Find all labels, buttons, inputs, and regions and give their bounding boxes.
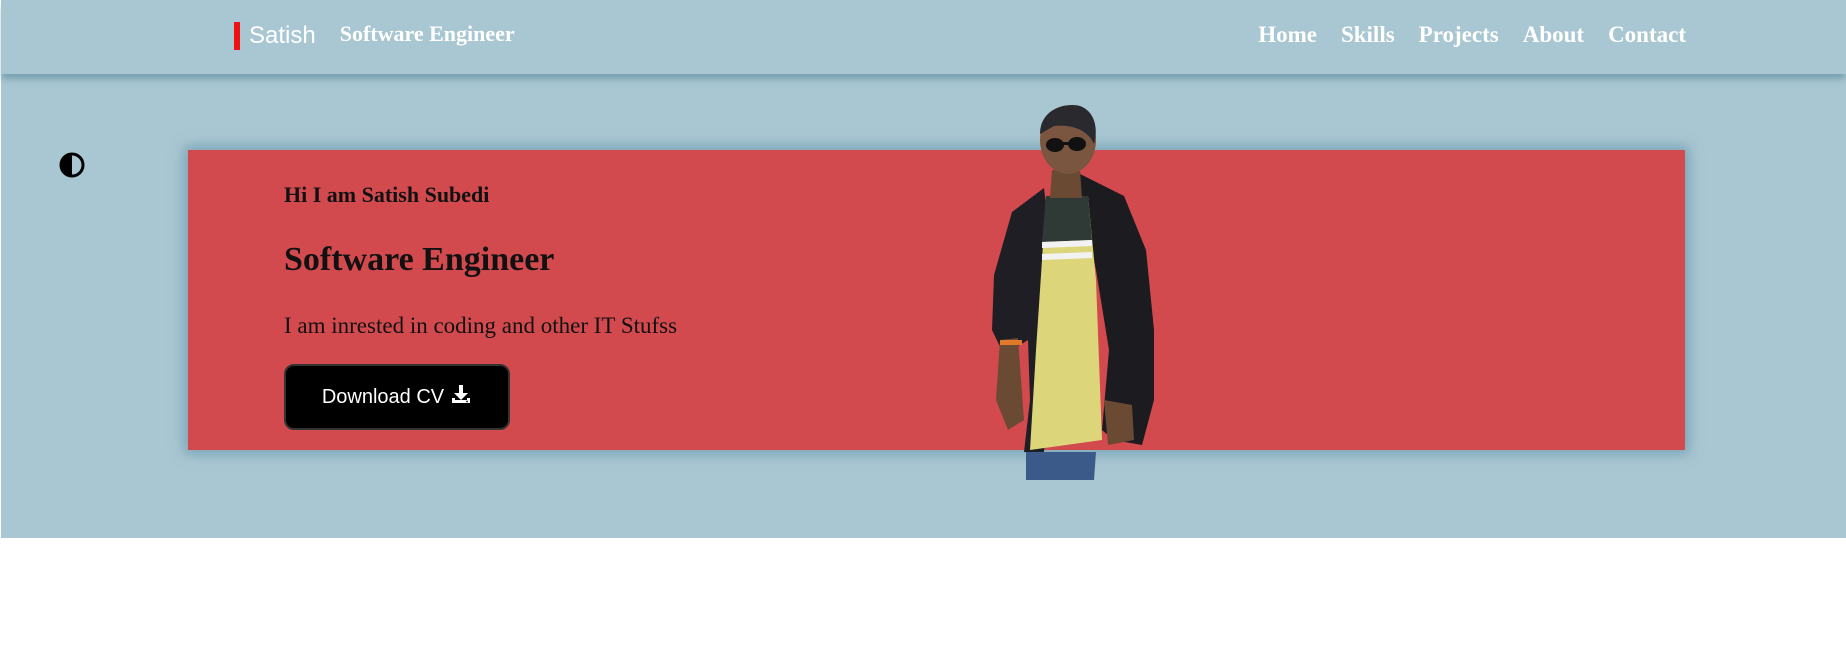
nav-home[interactable]: Home bbox=[1258, 22, 1317, 48]
download-icon bbox=[450, 383, 472, 411]
page: Satish Software Engineer Home Skills Pro… bbox=[0, 0, 1846, 648]
brand[interactable]: Satish Software Engineer bbox=[234, 21, 515, 50]
nav-projects[interactable]: Projects bbox=[1419, 22, 1499, 48]
nav-skills[interactable]: Skills bbox=[1341, 22, 1395, 48]
hero-greeting: Hi I am Satish Subedi bbox=[284, 182, 490, 207]
profile-photo bbox=[984, 100, 1204, 480]
hero-title: Software Engineer bbox=[284, 241, 555, 278]
top-navbar: Satish Software Engineer Home Skills Pro… bbox=[1, 0, 1846, 74]
download-cv-label: Download CV bbox=[321, 385, 445, 408]
nav-contact[interactable]: Contact bbox=[1608, 22, 1686, 48]
hero-intro: I am inrested in coding and other IT Stu… bbox=[284, 313, 678, 338]
contrast-icon[interactable] bbox=[59, 152, 85, 178]
main-nav: Home Skills Projects About Contact bbox=[1258, 22, 1686, 48]
download-cv-button[interactable]: Download CV bbox=[284, 364, 510, 430]
brand-role: Software Engineer bbox=[339, 21, 515, 46]
brand-accent-bar bbox=[234, 22, 240, 50]
nav-about[interactable]: About bbox=[1523, 22, 1584, 48]
brand-name[interactable]: Satish bbox=[249, 22, 316, 50]
